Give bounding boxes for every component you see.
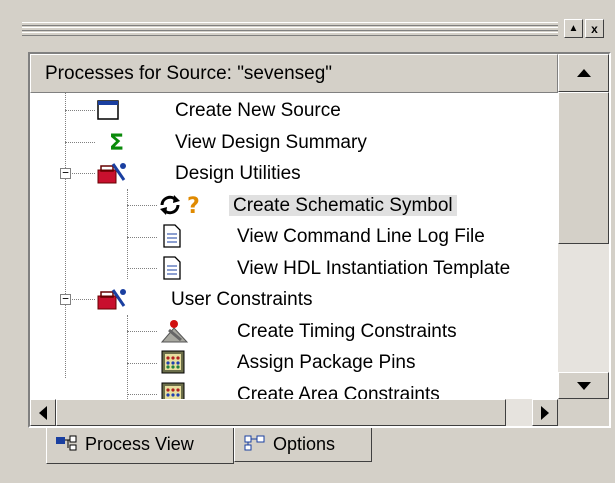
tree-item-label: Design Utilities	[175, 163, 301, 184]
process-tree: − − Create New Source Σ View Design Summ…	[30, 93, 558, 399]
tree-item-label: User Constraints	[171, 289, 313, 310]
package-pins-icon	[159, 349, 187, 375]
tree-item-label: Create Area Constraints	[237, 384, 440, 399]
arrow-up-icon	[576, 69, 591, 77]
tree-item-view-hdl-instantiation-template[interactable]: View HDL Instantiation Template	[157, 253, 514, 284]
minimize-icon: ▲	[568, 22, 579, 34]
refresh-question-icon: ?	[157, 192, 205, 218]
process-view-icon	[55, 429, 79, 461]
scroll-right-button[interactable]	[532, 399, 558, 426]
tree-item-design-utilities[interactable]: Design Utilities	[95, 158, 305, 189]
tree-item-user-constraints[interactable]: User Constraints	[95, 284, 317, 315]
vertical-scrollbar[interactable]	[558, 54, 609, 399]
tab-process-view[interactable]: Process View	[46, 428, 234, 464]
svg-text:?: ?	[187, 194, 200, 218]
toolbox-icon	[95, 286, 127, 312]
tree-item-view-design-summary[interactable]: Σ View Design Summary	[95, 127, 371, 158]
tree-item-label: View HDL Instantiation Template	[237, 258, 511, 279]
sigma-icon: Σ	[105, 129, 131, 155]
tab-options[interactable]: Options	[234, 428, 372, 462]
close-button[interactable]: x	[585, 19, 604, 38]
scroll-thumb[interactable]	[558, 92, 609, 244]
tree-item-label: Create Schematic Symbol	[229, 195, 457, 216]
tree-item-label: View Command Line Log File	[237, 226, 485, 247]
arrow-down-icon	[576, 381, 591, 390]
tree-item-create-area-constraints[interactable]: Create Area Constraints	[157, 379, 444, 399]
tree-item-view-command-line-log-file[interactable]: View Command Line Log File	[157, 221, 489, 252]
arrow-left-icon	[39, 405, 47, 420]
toolbox-icon	[95, 160, 127, 186]
timing-tool-icon	[159, 318, 189, 344]
tree-item-label: Create Timing Constraints	[237, 321, 457, 342]
tab-label: Options	[273, 434, 336, 454]
arrow-right-icon	[541, 405, 549, 420]
area-constraints-icon	[159, 381, 187, 399]
svg-text:Σ: Σ	[109, 131, 124, 153]
toolbar-grip[interactable]	[22, 19, 558, 39]
minimize-button[interactable]: ▲	[564, 19, 583, 38]
hscroll-thumb[interactable]	[56, 399, 506, 426]
tree-item-assign-package-pins[interactable]: Assign Package Pins	[157, 347, 420, 378]
tree-item-create-schematic-symbol[interactable]: ? Create Schematic Symbol	[157, 190, 457, 221]
collapse-user-constraints[interactable]: −	[60, 293, 71, 305]
options-icon	[243, 429, 267, 461]
collapse-design-utilities[interactable]: −	[60, 167, 71, 179]
document-icon	[159, 223, 185, 249]
tree-item-create-new-source[interactable]: Create New Source	[95, 95, 345, 126]
tree-item-label: Create New Source	[175, 100, 341, 121]
scroll-down-button[interactable]	[558, 372, 609, 399]
horizontal-scrollbar[interactable]	[30, 399, 558, 426]
scroll-left-button[interactable]	[30, 399, 56, 426]
tree-item-label: Assign Package Pins	[237, 352, 416, 373]
document-icon	[159, 255, 185, 281]
scroll-corner	[558, 399, 609, 426]
scroll-up-button[interactable]	[558, 54, 609, 92]
tree-item-label: View Design Summary	[175, 132, 367, 153]
new-source-icon	[95, 97, 121, 123]
close-icon: x	[591, 21, 598, 36]
panel-header: Processes for Source: "sevenseg"	[30, 54, 558, 93]
processes-panel: Processes for Source: "sevenseg" − − Cre…	[28, 52, 611, 428]
tab-label: Process View	[85, 434, 194, 454]
tree-item-create-timing-constraints[interactable]: Create Timing Constraints	[157, 316, 461, 347]
